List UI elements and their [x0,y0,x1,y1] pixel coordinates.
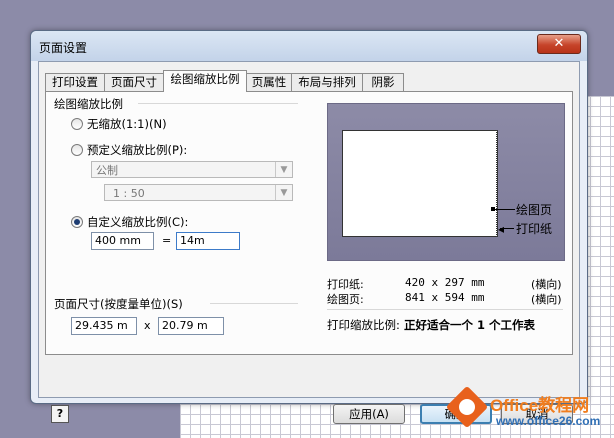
preset-system-value: 公制 [96,164,118,177]
print-zoom-value: 正好适合一个 1 个工作表 [404,318,536,332]
tab-page-size[interactable]: 页面尺寸 [104,73,164,91]
dialog-body: 打印设置 页面尺寸 绘图缩放比例 页属性 布局与排列 阴影 绘图缩放比例 无缩放… [38,61,580,424]
page-setup-dialog: 页面设置 ✕ 打印设置 页面尺寸 绘图缩放比例 页属性 布局与排列 阴影 绘图缩… [30,30,588,424]
custom-scale-label: 自定义缩放比例(C): [87,215,189,229]
drawing-size-value: 841 x 594 mm [405,291,485,304]
scale-group-separator [138,103,298,104]
custom-scale-right-input[interactable]: 14m [176,232,240,250]
paper-orientation: (横向) [531,278,562,291]
watermark-title: Office教程网 [490,396,590,415]
tab-layout-routing[interactable]: 布局与排列 [291,73,363,91]
preset-scale-label: 预定义缩放比例(P): [87,143,188,157]
page-width-input[interactable]: 29.435 m [71,317,137,335]
custom-scale-radio[interactable] [71,216,83,228]
no-scale-label: 无缩放(1:1)(N) [87,117,167,131]
dialog-title: 页面设置 [39,41,88,55]
info-separator [327,309,563,310]
drawing-page-edge [496,130,497,235]
chevron-down-icon: ▼ [275,162,292,177]
chevron-down-icon: ▼ [275,185,292,200]
help-icon: ? [56,407,64,420]
page-size-group-separator [210,303,298,304]
drawing-page-callout-line [495,209,515,210]
office-logo-inner [459,399,475,415]
apply-button[interactable]: 应用(A) [333,404,405,424]
drawing-orientation: (横向) [531,293,562,306]
close-icon: ✕ [553,36,565,51]
drawing-page-callout: 绘图页 [516,203,553,217]
page-size-group-label: 页面尺寸(按度量单位)(S) [54,297,183,311]
tab-panel: 绘图缩放比例 无缩放(1:1)(N) 预定义缩放比例(P): 公制 ▼ 1 : … [45,91,573,355]
arrow-left-icon: ◂ [498,222,505,236]
watermark-url: www.office26.com [496,414,601,428]
scale-group-label: 绘图缩放比例 [54,97,123,111]
print-zoom-label: 打印缩放比例: [327,318,400,332]
custom-scale-left-input[interactable]: 400 mm [91,232,154,250]
preset-scale-radio[interactable] [71,144,83,156]
preset-system-select[interactable]: 公制 ▼ [91,161,293,178]
watermark-logo: Office教程网 www.office26.com [445,385,614,438]
tab-print-setup[interactable]: 打印设置 [45,73,105,91]
no-scale-radio[interactable] [71,118,83,130]
preset-ratio-select[interactable]: 1 : 50 ▼ [104,184,293,201]
paper-size-value: 420 x 297 mm [405,276,485,289]
printer-paper-preview [342,130,498,237]
dimension-separator: x [144,319,151,332]
scale-preview: 绘图页 ◂ 打印纸 [327,103,565,261]
tab-drawing-scale[interactable]: 绘图缩放比例 [163,70,247,92]
close-button[interactable]: ✕ [537,34,581,54]
equals-sign: = [162,234,172,247]
page-height-input[interactable]: 20.79 m [158,317,224,335]
tab-shadows[interactable]: 阴影 [362,73,404,91]
drawing-label: 绘图页: [327,293,364,306]
tab-page-properties[interactable]: 页属性 [246,73,292,91]
printer-paper-callout: 打印纸 [516,222,553,236]
help-button[interactable]: ? [51,405,69,423]
dialog-titlebar[interactable]: 页面设置 ✕ [31,31,587,61]
paper-label: 打印纸: [327,278,364,291]
preset-ratio-value: 1 : 50 [113,187,145,200]
